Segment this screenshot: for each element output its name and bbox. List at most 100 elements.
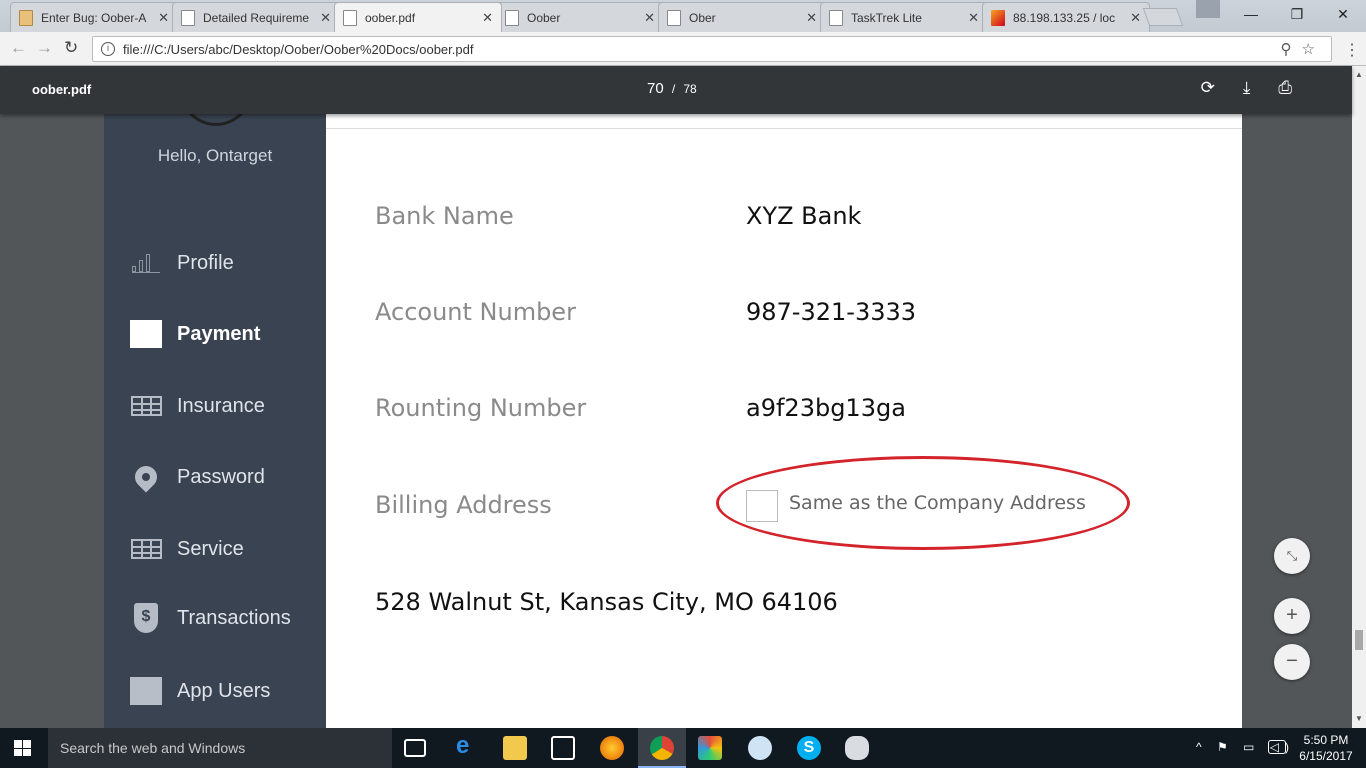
notifications-icon[interactable] <box>1268 740 1286 754</box>
sidebar-item-app-users[interactable]: App Users <box>130 677 271 705</box>
close-icon[interactable]: ✕ <box>158 10 169 26</box>
browser-toolbar: ← → ↻ i file:///C:/Users/abc/Desktop/Oob… <box>0 32 1366 66</box>
back-icon[interactable]: ← <box>10 38 27 58</box>
sidebar-item-transactions[interactable]: $ Transactions <box>130 603 291 633</box>
pma-icon <box>991 9 1005 26</box>
greeting: Hello, Ontarget <box>157 146 273 165</box>
sidebar-item-label: Insurance <box>177 394 265 417</box>
page-indicator: 70 / 78 <box>647 80 697 97</box>
tab-title: TaskTrek Lite <box>851 10 922 25</box>
grid-icon <box>130 536 162 562</box>
sidebar-item-label: App Users <box>177 679 271 702</box>
taskbar-search[interactable]: Search the web and Windows <box>48 728 392 768</box>
tab-title: Oober <box>527 10 561 25</box>
windows-start-icon[interactable] <box>14 740 32 756</box>
zoom-icon[interactable]: ⚲ <box>1281 41 1302 58</box>
store-icon[interactable] <box>551 736 575 760</box>
close-icon[interactable]: ✕ <box>320 10 331 26</box>
divider <box>326 128 1242 129</box>
download-icon[interactable]: ⤓ <box>1243 78 1251 98</box>
browser-tab-strip: Enter Bug: Oober-A ✕ Detailed Requireme … <box>0 0 1366 32</box>
close-icon[interactable]: ✕ <box>482 10 493 26</box>
page-icon <box>343 9 357 26</box>
sidebar-item-label: Service <box>177 537 244 560</box>
pdf-actions: ⟳ ⤓ ⎙ <box>1201 78 1292 98</box>
tab-title: 88.198.133.25 / loc <box>1013 10 1116 25</box>
user-profile-icon[interactable] <box>1196 0 1220 18</box>
annotation-ellipse <box>716 456 1130 550</box>
print-icon[interactable]: ⎙ <box>1278 78 1292 98</box>
reload-icon[interactable]: ↻ <box>64 38 78 58</box>
account-number-value: 987-321-3333 <box>746 298 917 326</box>
close-icon[interactable]: ✕ <box>806 10 817 26</box>
skype-icon[interactable]: S <box>797 736 821 760</box>
sidebar-item-payment[interactable]: Payment <box>130 320 260 348</box>
sidebar-item-insurance[interactable]: Insurance <box>130 393 265 419</box>
chrome-icon[interactable] <box>650 736 674 760</box>
address-bar[interactable]: i file:///C:/Users/abc/Desktop/Oober/Oob… <box>92 36 1332 62</box>
tab-phpmyadmin[interactable]: 88.198.133.25 / loc ✕ <box>982 2 1150 32</box>
tab-oober[interactable]: Oober ✕ <box>496 2 664 32</box>
restore-icon[interactable]: ❐ <box>1274 0 1320 30</box>
scroll-down-icon[interactable]: ▼ <box>1355 714 1363 723</box>
file-explorer-icon[interactable] <box>503 736 527 760</box>
new-tab-button[interactable] <box>1142 8 1184 26</box>
task-view-icon[interactable] <box>404 739 426 757</box>
windows-taskbar: Search the web and Windows e S ^ ⚑ ▭ ◁) … <box>0 728 1366 768</box>
tab-title: Detailed Requireme <box>203 10 310 25</box>
grid-icon <box>130 393 162 419</box>
zoom-out-button[interactable]: − <box>1274 644 1310 680</box>
tab-enter-bug[interactable]: Enter Bug: Oober-A ✕ <box>10 2 178 32</box>
close-icon[interactable]: ✕ <box>1130 10 1141 26</box>
vertical-scrollbar[interactable]: ▲ ▼ <box>1352 66 1366 728</box>
dollar-shield-icon: $ <box>130 603 162 633</box>
url-text[interactable]: file:///C:/Users/abc/Desktop/Oober/Oober… <box>123 42 473 57</box>
tab-tasktrek[interactable]: TaskTrek Lite ✕ <box>820 2 988 32</box>
tab-ober[interactable]: Ober ✕ <box>658 2 826 32</box>
edge-icon[interactable]: e <box>456 732 480 759</box>
tab-title: Ober <box>689 10 716 25</box>
window-controls: — ❐ ✕ <box>1228 0 1366 30</box>
minimize-icon[interactable]: — <box>1228 0 1274 30</box>
sidebar-item-service[interactable]: Service <box>130 536 244 562</box>
logo <box>180 114 252 126</box>
firefox-icon[interactable] <box>600 736 624 760</box>
close-icon[interactable]: ✕ <box>968 10 979 26</box>
routing-number-label: Rounting Number <box>375 394 587 422</box>
time: 5:50 PM <box>1303 733 1349 747</box>
scroll-up-icon[interactable]: ▲ <box>1355 70 1363 79</box>
scrollbar-thumb[interactable] <box>1355 630 1363 650</box>
location-pin-icon <box>130 461 162 493</box>
browser-menu-icon[interactable]: ⋮ <box>1344 40 1360 60</box>
omnibox-actions: ⚲☆ <box>1281 40 1325 58</box>
rotate-icon[interactable]: ⟳ <box>1201 78 1215 98</box>
total-pages: 78 <box>683 82 697 96</box>
paint-icon[interactable] <box>845 736 869 760</box>
sidebar-item-label: Password <box>177 465 265 488</box>
thunderbird-icon[interactable] <box>748 736 772 760</box>
pdf-filename: oober.pdf <box>32 82 92 97</box>
sidebar-item-profile[interactable]: Profile <box>130 250 234 276</box>
page-icon <box>505 9 519 26</box>
info-icon[interactable]: i <box>101 42 115 56</box>
tab-title: Enter Bug: Oober-A <box>41 10 147 25</box>
billing-address-value: 528 Walnut St, Kansas City, MO 64106 <box>375 588 838 616</box>
clock[interactable]: 5:50 PM 6/15/2017 <box>1296 732 1356 764</box>
square-icon <box>130 677 162 705</box>
current-page-input[interactable]: 70 <box>647 80 664 97</box>
bookmark-star-icon[interactable]: ☆ <box>1302 41 1325 58</box>
close-icon[interactable]: ✕ <box>644 10 655 26</box>
zoom-in-button[interactable]: + <box>1274 598 1310 634</box>
tab-oober-pdf[interactable]: oober.pdf ✕ <box>334 2 502 32</box>
pdf-toolbar: oober.pdf 70 / 78 ⟳ ⤓ ⎙ <box>0 66 1352 114</box>
page-icon <box>181 9 195 26</box>
tab-detailed-requirements[interactable]: Detailed Requireme ✕ <box>172 2 340 32</box>
page-icon <box>667 9 681 26</box>
close-window-icon[interactable]: ✕ <box>1320 0 1366 30</box>
fit-page-button[interactable]: ⤡ <box>1274 538 1310 574</box>
account-number-label: Account Number <box>375 298 576 326</box>
forward-icon[interactable]: → <box>36 38 53 58</box>
billing-address-label: Billing Address <box>375 491 552 519</box>
app-icon[interactable] <box>698 736 722 760</box>
sidebar-item-password[interactable]: Password <box>130 461 265 493</box>
